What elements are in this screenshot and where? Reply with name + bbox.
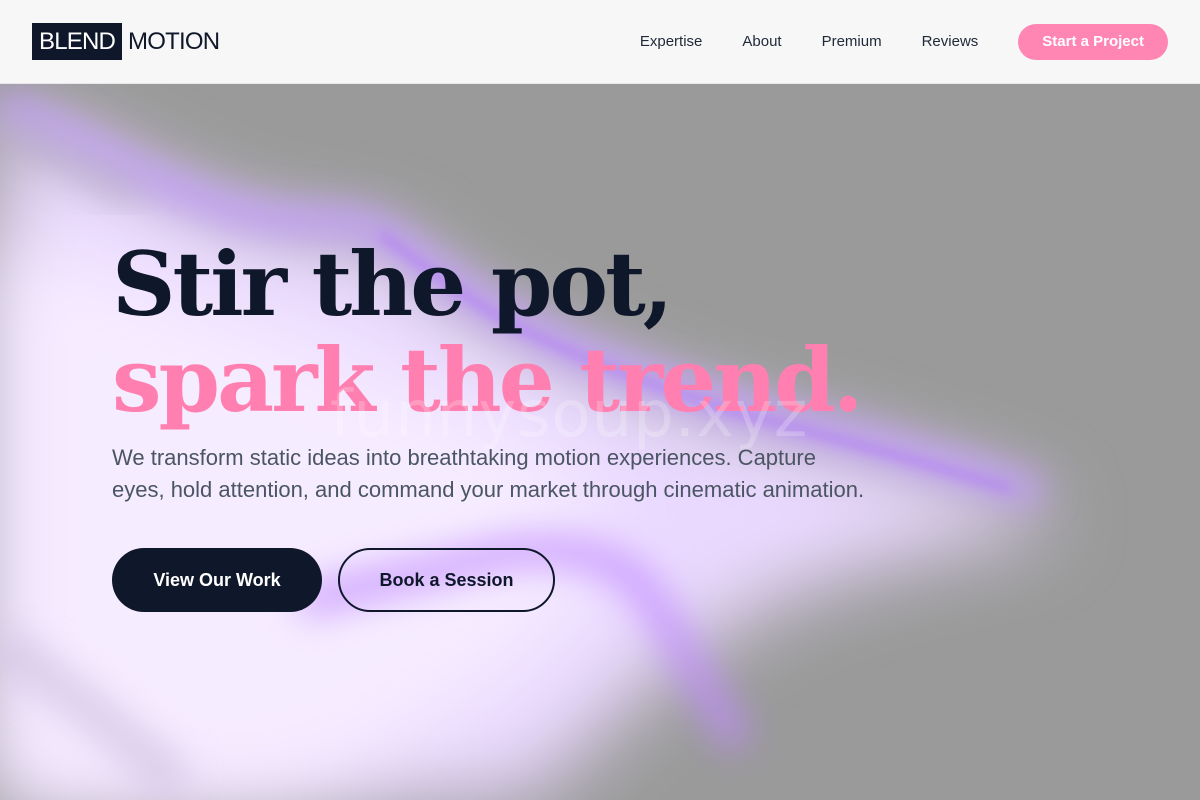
main-nav: Expertise About Premium Reviews Start a …: [640, 23, 1168, 60]
hero-section: Stir the pot, spark the trend. We transf…: [0, 84, 1200, 800]
headline-line-2: spark the trend.: [112, 328, 863, 432]
hero-headline: Stir the pot, spark the trend.: [112, 236, 912, 428]
hero-buttons: View Our Work Book a Session: [112, 548, 912, 612]
site-header: BLEND MOTION Expertise About Premium Rev…: [0, 0, 1200, 84]
view-our-work-button[interactable]: View Our Work: [112, 548, 322, 612]
nav-link-expertise[interactable]: Expertise: [640, 33, 703, 50]
nav-link-about[interactable]: About: [742, 33, 781, 50]
nav-link-reviews[interactable]: Reviews: [922, 33, 979, 50]
headline-line-1: Stir the pot,: [112, 232, 673, 336]
logo[interactable]: BLEND MOTION: [32, 23, 220, 61]
book-session-button[interactable]: Book a Session: [338, 548, 555, 612]
page: BLEND MOTION Expertise About Premium Rev…: [0, 0, 1200, 800]
nav-link-premium[interactable]: Premium: [822, 33, 882, 50]
hero-subtitle: We transform static ideas into breathtak…: [112, 445, 865, 502]
logo-blend: BLEND: [32, 23, 123, 60]
hero-content: Stir the pot, spark the trend. We transf…: [112, 236, 912, 612]
logo-motion: MOTION: [128, 27, 220, 55]
start-project-button[interactable]: Start a Project: [1018, 23, 1168, 60]
